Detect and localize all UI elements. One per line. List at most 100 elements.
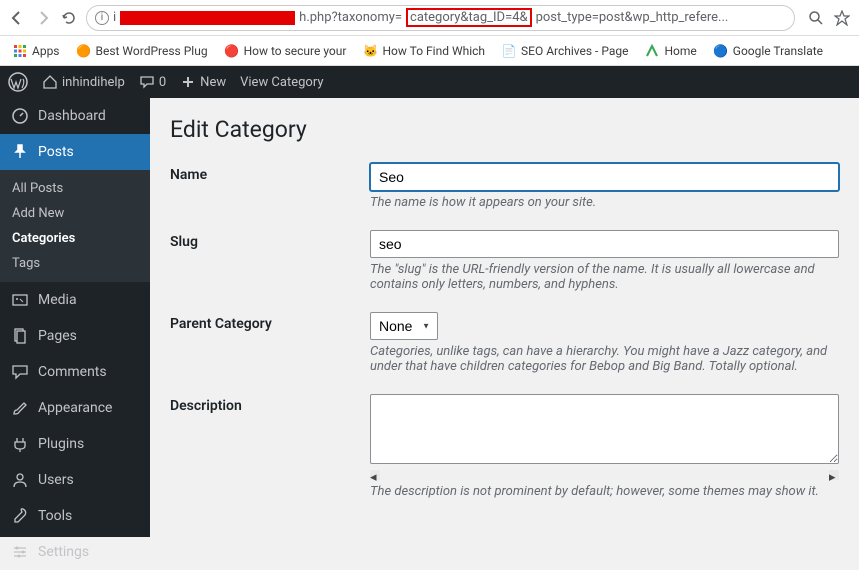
bookmark-favicon: 🐱: [362, 43, 378, 59]
bookmark-label: How To Find Which: [382, 44, 485, 58]
bookmark-favicon: 🟠: [76, 43, 92, 59]
star-icon[interactable]: [833, 9, 851, 27]
bookmark-label: How to secure your: [244, 44, 347, 58]
name-input[interactable]: [370, 163, 839, 191]
apps-label: Apps: [32, 44, 60, 58]
url-text-mid: h.php?taxonomy=: [299, 10, 402, 25]
submenu-add-new[interactable]: Add New: [0, 201, 150, 226]
menu-label: Appearance: [38, 400, 112, 416]
description-textarea[interactable]: [370, 394, 839, 464]
bookmark-favicon: 📄: [501, 43, 517, 59]
new-content-link[interactable]: New: [180, 74, 226, 90]
slug-input[interactable]: [370, 230, 839, 258]
menu-label: Pages: [38, 328, 77, 344]
site-info-icon[interactable]: i: [95, 11, 109, 25]
menu-label: Settings: [38, 544, 89, 560]
menu-media[interactable]: Media: [0, 282, 150, 318]
bookmark-label: Best WordPress Plug: [96, 44, 208, 58]
parent-select[interactable]: None: [370, 312, 438, 340]
menu-comments[interactable]: Comments: [0, 354, 150, 390]
bookmark-favicon: 🔵: [713, 43, 729, 59]
scroll-left-button[interactable]: ◂: [370, 470, 380, 480]
url-redacted: [120, 11, 295, 25]
menu-label: Media: [38, 292, 77, 308]
menu-label: Users: [38, 472, 74, 488]
forward-button[interactable]: [34, 9, 52, 27]
pin-icon: [10, 142, 30, 162]
menu-users[interactable]: Users: [0, 462, 150, 498]
comments-link[interactable]: 0: [139, 74, 166, 90]
comment-icon: [139, 74, 155, 90]
name-description: The name is how it appears on your site.: [370, 195, 839, 210]
menu-dashboard[interactable]: Dashboard: [0, 98, 150, 134]
parent-description: Categories, unlike tags, can have a hier…: [370, 344, 839, 374]
slug-description: The "slug" is the URL-friendly version o…: [370, 262, 839, 292]
home-icon: [42, 74, 58, 90]
url-highlight: category&tag_ID=4&: [406, 8, 532, 27]
submenu-all-posts[interactable]: All Posts: [0, 176, 150, 201]
url-text-prefix: i: [113, 10, 116, 25]
apps-icon: [12, 43, 28, 59]
wrench-icon: [10, 506, 30, 526]
submenu-categories[interactable]: Categories: [0, 226, 150, 251]
menu-label: Plugins: [38, 436, 84, 452]
back-button[interactable]: [8, 9, 26, 27]
plug-icon: [10, 434, 30, 454]
posts-submenu: All Posts Add New Categories Tags: [0, 170, 150, 282]
brush-icon: [10, 398, 30, 418]
menu-tools[interactable]: Tools: [0, 498, 150, 534]
bookmark-item[interactable]: 🔵 Google Translate: [713, 43, 823, 59]
bookmark-item[interactable]: 📄 SEO Archives - Page: [501, 43, 628, 59]
submenu-tags[interactable]: Tags: [0, 251, 150, 276]
zoom-icon[interactable]: [807, 9, 825, 27]
content-area: Edit Category Name The name is how it ap…: [150, 98, 859, 537]
field-row-name: Name The name is how it appears on your …: [170, 163, 839, 210]
admin-sidebar: Dashboard Posts All Posts Add New Catego…: [0, 98, 150, 537]
menu-label: Dashboard: [38, 108, 106, 124]
pages-icon: [10, 326, 30, 346]
url-text-suffix: post_type=post&wp_http_refere...: [536, 10, 729, 25]
site-name-link[interactable]: inhindihelp: [42, 74, 125, 90]
apps-shortcut[interactable]: Apps: [12, 43, 60, 59]
field-row-description: Description ◂ ▸ The description is not p…: [170, 394, 839, 499]
bookmark-item[interactable]: Home: [644, 43, 696, 59]
menu-label: Tools: [38, 508, 72, 524]
site-name: inhindihelp: [62, 75, 125, 90]
description-help: The description is not prominent by defa…: [370, 484, 839, 499]
menu-plugins[interactable]: Plugins: [0, 426, 150, 462]
slug-label: Slug: [170, 230, 370, 292]
bookmark-favicon: [644, 43, 660, 59]
description-label: Description: [170, 394, 370, 499]
view-label: View Category: [240, 75, 323, 90]
menu-posts[interactable]: Posts: [0, 134, 150, 170]
menu-pages[interactable]: Pages: [0, 318, 150, 354]
menu-settings[interactable]: Settings: [0, 534, 150, 570]
bookmark-item[interactable]: 🟠 Best WordPress Plug: [76, 43, 208, 59]
sliders-icon: [10, 542, 30, 562]
bookmark-label: Google Translate: [733, 44, 823, 58]
view-category-link[interactable]: View Category: [240, 75, 323, 90]
comments-icon: [10, 362, 30, 382]
browser-nav-bar: i i h.php?taxonomy= category&tag_ID=4& p…: [0, 0, 859, 36]
field-row-parent: Parent Category None Categories, unlike …: [170, 312, 839, 374]
wp-logo[interactable]: [8, 72, 28, 92]
users-icon: [10, 470, 30, 490]
new-label: New: [200, 75, 226, 90]
menu-appearance[interactable]: Appearance: [0, 390, 150, 426]
menu-label: Comments: [38, 364, 107, 380]
wp-admin-bar: inhindihelp 0 New View Category: [0, 66, 859, 98]
bookmark-item[interactable]: 🔴 How to secure your: [224, 43, 347, 59]
parent-label: Parent Category: [170, 312, 370, 374]
field-row-slug: Slug The "slug" is the URL-friendly vers…: [170, 230, 839, 292]
reload-button[interactable]: [60, 9, 78, 27]
media-icon: [10, 290, 30, 310]
horizontal-scrollbar[interactable]: ◂ ▸: [370, 470, 839, 480]
dashboard-icon: [10, 106, 30, 126]
bookmarks-bar: Apps 🟠 Best WordPress Plug 🔴 How to secu…: [0, 36, 859, 66]
bookmark-label: SEO Archives - Page: [521, 44, 628, 58]
bookmark-label: Home: [664, 44, 696, 58]
menu-label: Posts: [38, 144, 74, 160]
scroll-right-button[interactable]: ▸: [829, 470, 839, 480]
url-bar[interactable]: i i h.php?taxonomy= category&tag_ID=4& p…: [86, 5, 795, 31]
bookmark-item[interactable]: 🐱 How To Find Which: [362, 43, 485, 59]
